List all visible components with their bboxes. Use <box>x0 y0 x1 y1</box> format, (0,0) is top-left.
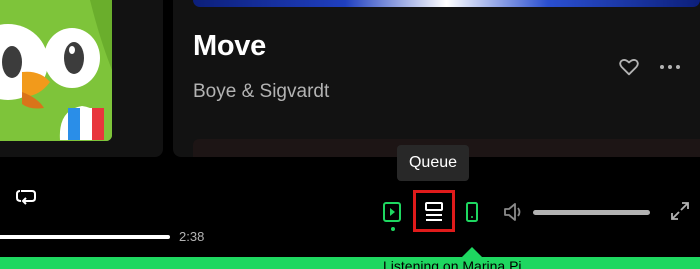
now-playing-card: Move Boye & Sigvardt <box>173 0 700 157</box>
queue-tooltip: Queue <box>397 145 469 181</box>
owl-mascot-image <box>0 0 112 141</box>
heart-icon <box>619 59 639 76</box>
fullscreen-button[interactable] <box>670 201 690 221</box>
volume-icon <box>504 203 521 221</box>
device-banner[interactable] <box>0 257 700 269</box>
more-dots-icon <box>660 65 680 69</box>
album-art <box>0 0 112 141</box>
more-options-button[interactable] <box>658 57 682 77</box>
repeat-button[interactable] <box>15 187 37 207</box>
banner-pointer <box>462 247 482 257</box>
fullscreen-icon <box>671 202 689 220</box>
like-button[interactable] <box>618 56 640 78</box>
volume-slider[interactable] <box>533 210 650 215</box>
cover-art-strip <box>193 0 700 7</box>
active-indicator-dot <box>391 227 395 231</box>
now-playing-view-icon <box>383 202 401 222</box>
mute-button[interactable] <box>503 202 525 222</box>
device-banner-text: Listening on Marina Pi... <box>383 258 534 269</box>
connect-device-button[interactable] <box>464 201 480 223</box>
queue-button[interactable] <box>413 190 455 232</box>
song-title[interactable]: Move <box>193 30 266 63</box>
now-playing-view-button[interactable] <box>382 201 402 223</box>
progress-bar[interactable] <box>0 235 170 239</box>
album-card-left[interactable] <box>0 0 163 157</box>
connect-device-icon <box>466 202 478 222</box>
queue-icon <box>425 202 443 221</box>
artist-name[interactable]: Boye & Sigvardt <box>193 81 329 103</box>
elapsed-time: 2:38 <box>179 229 205 244</box>
repeat-icon <box>16 190 36 205</box>
